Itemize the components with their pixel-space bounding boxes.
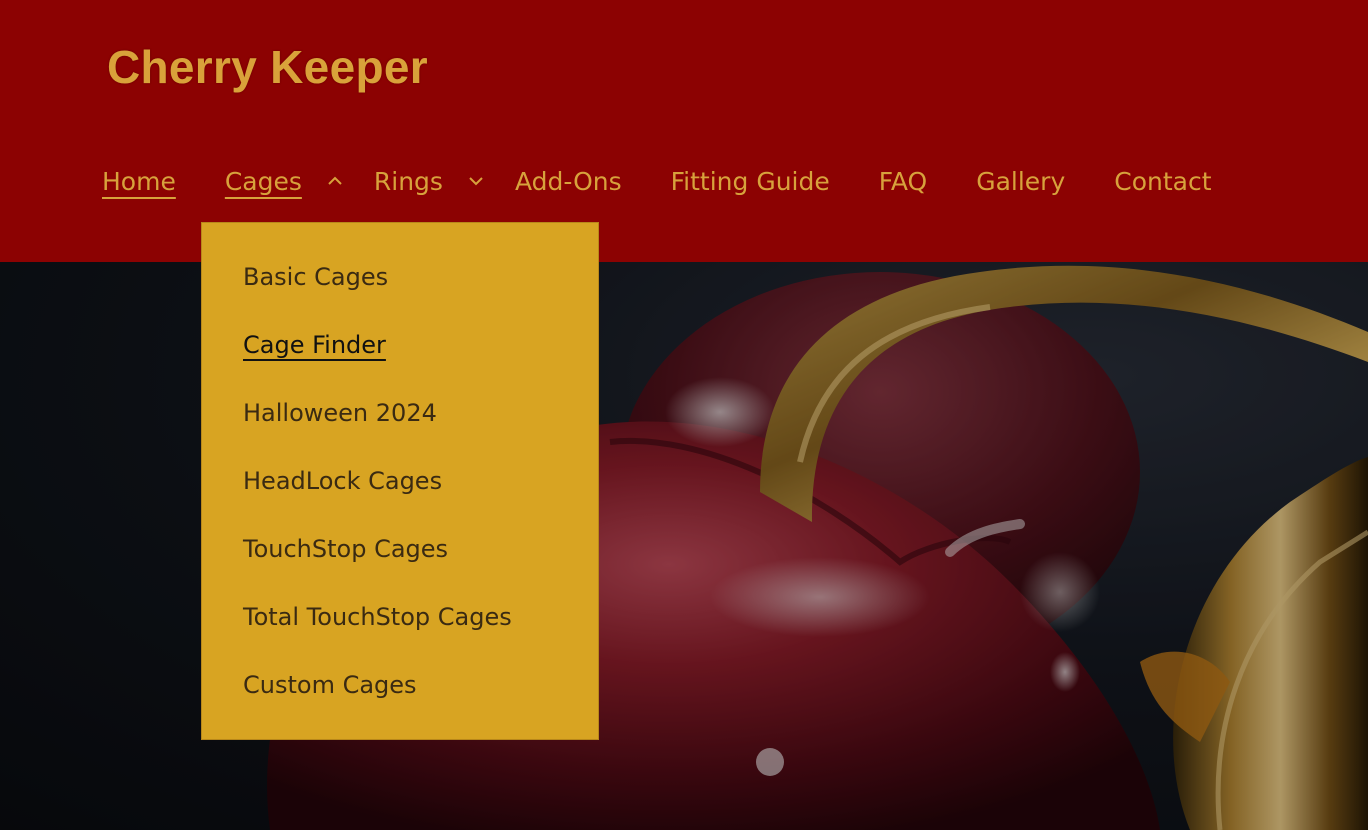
nav-item-gallery[interactable]: Gallery	[976, 167, 1065, 196]
page: Cherry Keeper Home Cages Rings Add-Ons F…	[0, 0, 1368, 830]
dropdown-item-cage-finder[interactable]: Cage Finder	[243, 331, 386, 359]
dropdown-item-total-touchstop-cages[interactable]: Total TouchStop Cages	[243, 603, 512, 631]
nav-item-home[interactable]: Home	[102, 167, 176, 196]
nav-item-label: Home	[102, 166, 176, 196]
nav-item-cages[interactable]: Cages	[224, 166, 342, 196]
dropdown-item-halloween-2024[interactable]: Halloween 2024	[243, 399, 437, 427]
nav-item-rings[interactable]: Rings	[373, 166, 483, 196]
cages-dropdown-menu: Basic Cages Cage Finder Halloween 2024 H…	[201, 222, 599, 740]
nav-item-label: Contact	[1114, 166, 1212, 196]
main-nav: Home Cages Rings Add-Ons Fitting Guide F…	[102, 160, 1261, 202]
dropdown-item-touchstop-cages[interactable]: TouchStop Cages	[243, 535, 448, 563]
dropdown-item-custom-cages[interactable]: Custom Cages	[243, 671, 417, 699]
dropdown-item-basic-cages[interactable]: Basic Cages	[243, 263, 388, 291]
nav-item-fitting-guide[interactable]: Fitting Guide	[671, 167, 830, 196]
nav-item-faq[interactable]: FAQ	[879, 167, 927, 196]
nav-item-label: Cages	[224, 166, 302, 196]
nav-item-contact[interactable]: Contact	[1114, 167, 1211, 196]
chevron-up-icon	[327, 175, 342, 187]
dropdown-item-headlock-cages[interactable]: HeadLock Cages	[243, 467, 442, 495]
site-logo[interactable]: Cherry Keeper	[107, 40, 428, 94]
nav-item-label: Rings	[373, 166, 443, 196]
nav-item-label: FAQ	[878, 166, 928, 196]
nav-item-label: Add-Ons	[514, 166, 622, 196]
nav-item-label: Fitting Guide	[670, 166, 830, 196]
nav-item-add-ons[interactable]: Add-Ons	[515, 167, 622, 196]
chevron-down-icon	[468, 175, 483, 187]
nav-item-label: Gallery	[976, 166, 1066, 196]
